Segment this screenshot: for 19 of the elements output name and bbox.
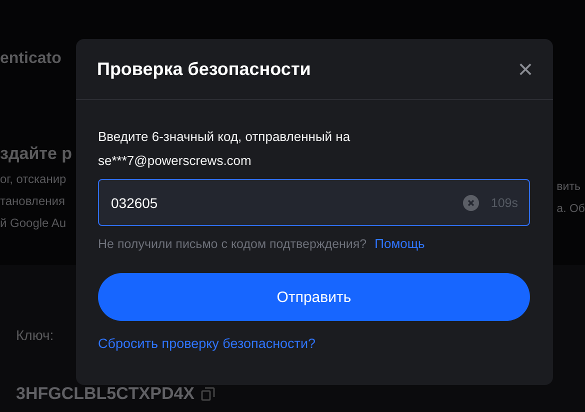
section-heading: здайте р (0, 144, 72, 164)
key-value: 3HFGCLBL5CTXPD4X (16, 385, 195, 403)
description-text: й Google Au (0, 215, 66, 232)
close-button[interactable]: × (518, 56, 533, 82)
prompt-text: Введите 6-значный код, отправленный на (98, 128, 350, 146)
clear-icon[interactable] (462, 194, 479, 210)
key-label: Ключ: (16, 327, 54, 343)
copy-icon[interactable] (200, 387, 215, 401)
description-text: вить (556, 180, 580, 195)
dialog-title: Проверка безопасности (97, 58, 311, 80)
description-text: а. Об (556, 202, 585, 217)
email-text: se***7@powerscrews.com (98, 152, 252, 170)
description-text: ог, отсканир (0, 171, 66, 188)
reset-link[interactable]: Сбросить проверку безопасности? (98, 336, 316, 351)
page-title: enticato (0, 50, 62, 68)
help-text: Не получили письмо с кодом подтверждения? (98, 237, 367, 251)
submit-button[interactable]: Отправить (98, 273, 530, 321)
description-text: тановления (0, 193, 65, 210)
help-link[interactable]: Помощь (374, 236, 425, 251)
